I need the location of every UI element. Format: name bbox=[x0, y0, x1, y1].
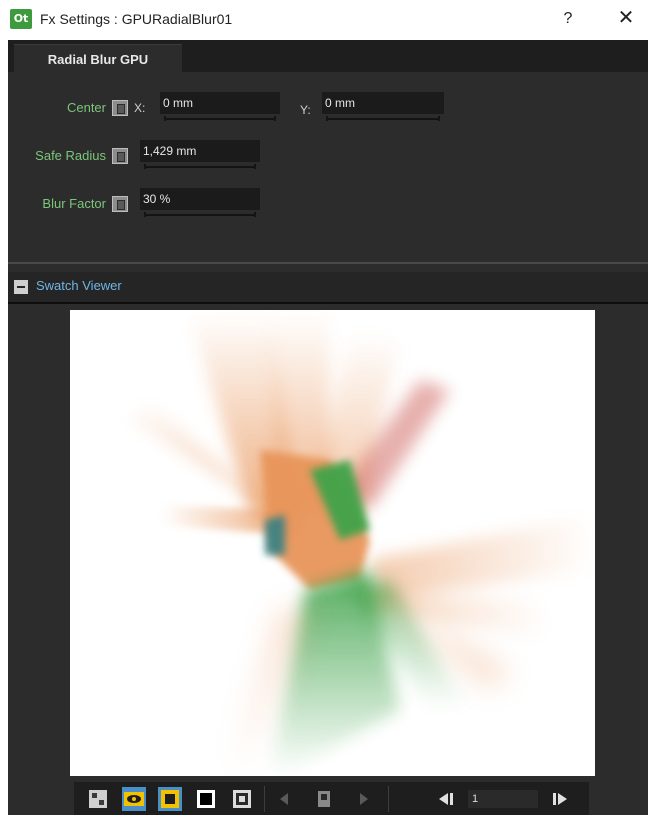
tab-strip: Radial Blur GPU bbox=[8, 40, 648, 74]
toolbar-separator bbox=[388, 786, 389, 812]
safe-radius-link-icon[interactable] bbox=[112, 148, 128, 164]
black-bg-icon[interactable] bbox=[194, 787, 218, 811]
center-x-label: X: bbox=[134, 101, 146, 115]
blur-factor-slider[interactable] bbox=[144, 212, 256, 217]
key-icon[interactable] bbox=[312, 787, 336, 811]
window-title: Fx Settings : GPURadialBlur01 bbox=[40, 11, 233, 27]
swatch-preview bbox=[70, 310, 595, 776]
help-button[interactable]: ? bbox=[556, 6, 580, 32]
next-frame-icon[interactable] bbox=[548, 787, 572, 811]
center-y-slider[interactable] bbox=[326, 116, 440, 121]
swatch-border bbox=[8, 302, 648, 304]
title-bar: Ot Fx Settings : GPURadialBlur01 ? ✕ bbox=[0, 0, 648, 40]
center-link-icon[interactable] bbox=[112, 100, 128, 116]
swatch-toolbar: 1 bbox=[74, 782, 589, 815]
eye-icon[interactable] bbox=[122, 787, 146, 811]
blur-factor-label: Blur Factor bbox=[42, 196, 106, 211]
blur-factor-link-icon[interactable] bbox=[112, 196, 128, 212]
tab-radial-blur-gpu[interactable]: Radial Blur GPU bbox=[14, 44, 182, 74]
center-x-slider[interactable] bbox=[164, 116, 276, 121]
preview-settings-icon[interactable] bbox=[86, 787, 110, 811]
checkerboard-icon[interactable] bbox=[230, 787, 254, 811]
section-divider bbox=[8, 262, 648, 264]
fx-settings-panel: Radial Blur GPU Center X: 0 mm Y: 0 mm S… bbox=[8, 40, 648, 815]
toolbar-separator bbox=[264, 786, 265, 812]
swatch-viewer-title: Swatch Viewer bbox=[36, 278, 122, 293]
radial-blur-preview-image bbox=[130, 310, 595, 776]
center-x-field[interactable]: 0 mm bbox=[160, 92, 280, 114]
close-button[interactable]: ✕ bbox=[612, 4, 640, 32]
next-key-icon[interactable] bbox=[352, 787, 376, 811]
collapse-icon[interactable] bbox=[14, 280, 28, 294]
blur-factor-field[interactable]: 30 % bbox=[140, 188, 260, 210]
safe-radius-label: Safe Radius bbox=[35, 148, 106, 163]
center-label: Center bbox=[66, 100, 106, 115]
prev-frame-icon[interactable] bbox=[434, 787, 458, 811]
center-y-field[interactable]: 0 mm bbox=[322, 92, 444, 114]
safe-radius-slider[interactable] bbox=[144, 164, 256, 169]
prev-key-icon[interactable] bbox=[272, 787, 296, 811]
safe-radius-field[interactable]: 1,429 mm bbox=[140, 140, 260, 162]
center-y-label: Y: bbox=[300, 103, 311, 117]
swatch-viewer-header: Swatch Viewer bbox=[8, 272, 648, 302]
camera-stand-icon[interactable] bbox=[158, 787, 182, 811]
frame-number-field[interactable]: 1 bbox=[468, 790, 538, 808]
app-icon: Ot bbox=[10, 9, 32, 29]
